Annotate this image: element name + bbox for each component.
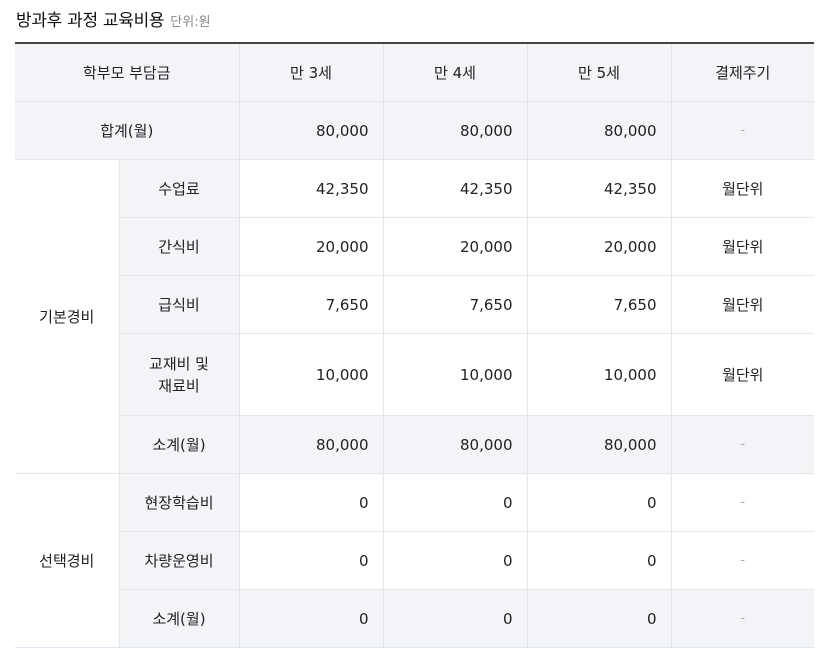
table-row: 기본경비 수업료 42,350 42,350 42,350 월단위	[15, 159, 815, 474]
total-row: 합계(월) 80,000 80,000 80,000 -	[15, 101, 815, 160]
table-row: 급식비 7,650 7,650 7,650 월단위	[15, 275, 815, 334]
item-age4: 10,000	[383, 333, 528, 416]
title-row: 방과후 과정 교육비용 단위:원	[16, 6, 211, 34]
item-cycle: 월단위	[671, 333, 815, 416]
item-cycle: 월단위	[671, 159, 815, 218]
subtotal-age3: 0	[239, 589, 384, 648]
item-label: 교재비 및 재료비	[119, 333, 240, 416]
item-label: 간식비	[119, 217, 240, 276]
total-age3: 80,000	[239, 101, 384, 160]
table-header-row: 학부모 부담금 만 3세 만 4세 만 5세 결제주기	[15, 43, 815, 102]
item-age5: 0	[527, 473, 672, 532]
subtotal-row: 소계(월) 0 0 0 -	[15, 589, 815, 648]
subtotal-cycle: -	[671, 589, 815, 648]
item-age3: 7,650	[239, 275, 384, 334]
item-age5: 42,350	[527, 159, 672, 218]
unit-note: 단위:원	[170, 15, 211, 30]
item-label: 급식비	[119, 275, 240, 334]
item-age4: 20,000	[383, 217, 528, 276]
subtotal-age3: 80,000	[239, 415, 384, 474]
fee-table: 학부모 부담금 만 3세 만 4세 만 5세 결제주기 합계(월) 80,000…	[15, 42, 815, 648]
item-age3: 10,000	[239, 333, 384, 416]
item-age3: 0	[239, 531, 384, 590]
item-age3: 20,000	[239, 217, 384, 276]
item-cycle: -	[671, 473, 815, 532]
header-parent-fee: 학부모 부담금	[15, 43, 240, 102]
subtotal-age5: 0	[527, 589, 672, 648]
item-cycle: 월단위	[671, 275, 815, 334]
subtotal-age5: 80,000	[527, 415, 672, 474]
subtotal-cycle: -	[671, 415, 815, 474]
subtotal-label: 소계(월)	[119, 415, 240, 474]
item-label-line1: 교재비 및	[149, 354, 209, 373]
table-row: 차량운영비 0 0 0 -	[15, 531, 815, 590]
total-label: 합계(월)	[15, 101, 240, 160]
item-age4: 0	[383, 531, 528, 590]
item-label: 차량운영비	[119, 531, 240, 590]
subtotal-age4: 80,000	[383, 415, 528, 474]
group-basic: 기본경비	[15, 159, 120, 474]
total-cycle: -	[671, 101, 815, 160]
subtotal-label: 소계(월)	[119, 589, 240, 648]
item-age4: 7,650	[383, 275, 528, 334]
item-cycle: 월단위	[671, 217, 815, 276]
header-age3: 만 3세	[239, 43, 384, 102]
subtotal-age4: 0	[383, 589, 528, 648]
total-age4: 80,000	[383, 101, 528, 160]
item-label: 현장학습비	[119, 473, 240, 532]
table-row: 간식비 20,000 20,000 20,000 월단위	[15, 217, 815, 276]
item-cycle: -	[671, 531, 815, 590]
item-label-line2: 재료비	[158, 376, 200, 395]
item-age5: 0	[527, 531, 672, 590]
header-cycle: 결제주기	[671, 43, 815, 102]
subtotal-row: 소계(월) 80,000 80,000 80,000 -	[15, 415, 815, 474]
table-row: 교재비 및 재료비 10,000 10,000 10,000 월단위	[15, 333, 815, 416]
item-label: 수업료	[119, 159, 240, 218]
item-age4: 42,350	[383, 159, 528, 218]
item-age3: 0	[239, 473, 384, 532]
item-age3: 42,350	[239, 159, 384, 218]
group-optional: 선택경비	[15, 473, 120, 648]
table-row: 선택경비 현장학습비 0 0 0 -	[15, 473, 815, 648]
header-age5: 만 5세	[527, 43, 672, 102]
item-age5: 7,650	[527, 275, 672, 334]
item-age4: 0	[383, 473, 528, 532]
page-title: 방과후 과정 교육비용	[16, 11, 165, 31]
item-age5: 10,000	[527, 333, 672, 416]
item-age5: 20,000	[527, 217, 672, 276]
header-age4: 만 4세	[383, 43, 528, 102]
total-age5: 80,000	[527, 101, 672, 160]
